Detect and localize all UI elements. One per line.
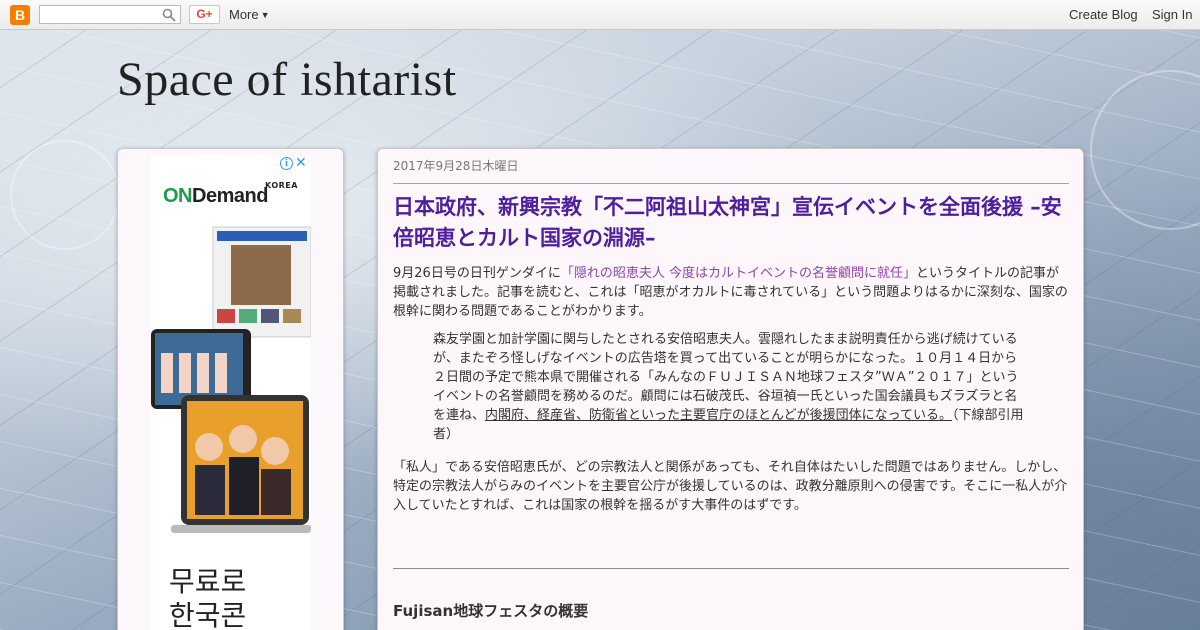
quote-underlined-text: 内閣府、経産省、防衛省といった主要官庁のほとんどが後援団体になっている。	[485, 408, 952, 423]
ad-brand-rest: Demand	[192, 185, 268, 207]
blogger-logo-icon[interactable]: B	[10, 5, 30, 25]
ad-info-icon[interactable]: i	[280, 157, 293, 170]
ad-device-screens-image	[151, 226, 311, 533]
background-circle	[10, 140, 120, 250]
more-menu-button[interactable]: More ▼	[229, 7, 270, 22]
post-title[interactable]: 日本政府、新興宗教「不二阿祖山太神宮」宣伝イベントを全面後援 –安倍昭恵とカルト…	[393, 192, 1069, 254]
ad-brand-country: KOREA	[265, 181, 298, 190]
horizontal-rule	[393, 568, 1069, 569]
create-blog-link[interactable]: Create Blog	[1069, 7, 1138, 22]
para1-prefix: 9月26日号の日刊ゲンダイに	[393, 266, 561, 281]
ad-tagline-line2: 한국콘	[169, 599, 247, 630]
more-label: More	[229, 7, 259, 22]
post-subheading: Fujisan地球フェスタの概要	[393, 602, 589, 620]
ad-brand-on: ON	[163, 185, 193, 207]
blog-title[interactable]: Space of ishtarist	[117, 52, 457, 107]
post-paragraph: 「私人」である安倍昭恵氏が、どの宗教法人と関係があっても、それ自体はたいした問題…	[393, 460, 1068, 513]
blogger-navbar: B G+ More ▼ Create Blog Sign In	[0, 0, 1200, 30]
ad-brand-logo: ONDemand	[163, 185, 268, 208]
advertisement[interactable]: i ✕ KOREA ONDemand 무료로 한국콘	[151, 155, 311, 630]
ad-close-icon[interactable]: ✕	[295, 155, 307, 171]
main-post-column: 2017年9月28日木曜日 日本政府、新興宗教「不二阿祖山太神宮」宣伝イベントを…	[377, 148, 1084, 630]
blockquote: 森友学園と加計学園に関与したとされる安倍昭恵夫人。雲隠れしたまま説明責任から逃げ…	[433, 330, 1025, 444]
post-body: 9月26日号の日刊ゲンダイに「隠れの昭恵夫人 今度はカルトイベントの名誉顧問に就…	[393, 264, 1069, 515]
article-link[interactable]: 「隠れの昭恵夫人 今度はカルトイベントの名誉顧問に就任」	[561, 266, 916, 281]
ad-tagline-line1: 무료로	[169, 565, 247, 598]
google-plus-share-button[interactable]: G+	[189, 5, 220, 24]
post-paragraph: 9月26日号の日刊ゲンダイに「隠れの昭恵夫人 今度はカルトイベントの名誉顧問に就…	[393, 264, 1069, 321]
caret-down-icon: ▼	[260, 10, 270, 20]
sidebar: i ✕ KOREA ONDemand 무료로 한국콘	[117, 148, 344, 630]
background-circle	[1090, 70, 1200, 230]
search-icon[interactable]	[162, 8, 176, 22]
post-date: 2017年9月28日木曜日	[393, 157, 1069, 184]
search-input[interactable]	[39, 5, 181, 24]
sign-in-link[interactable]: Sign In	[1152, 7, 1192, 22]
ad-tagline: 무료로 한국콘	[169, 565, 246, 630]
